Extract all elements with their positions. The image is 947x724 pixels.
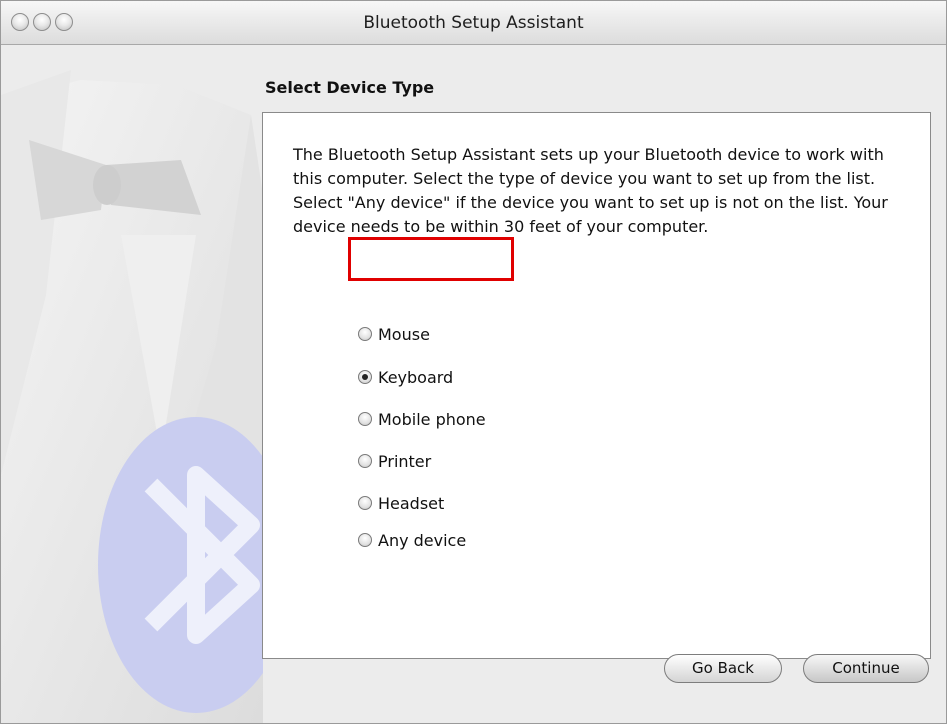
page-title: Select Device Type [265,78,435,97]
radio-button[interactable] [358,454,372,468]
option-label: Keyboard [378,367,454,387]
device-option-mobile-phone[interactable]: Mobile phone [358,406,486,432]
device-option-keyboard[interactable]: Keyboard [358,364,453,390]
go-back-button[interactable]: Go Back [664,654,782,683]
title-bar: Bluetooth Setup Assistant [1,1,946,45]
option-label: Mobile phone [378,409,486,429]
option-label: Mouse [378,324,430,344]
description-text: The Bluetooth Setup Assistant sets up yo… [293,145,888,236]
device-option-mouse[interactable]: Mouse [358,321,430,347]
radio-button-selected[interactable] [358,370,372,384]
radio-button[interactable] [358,533,372,547]
bluetooth-assistant-artwork [1,70,263,723]
setup-assistant-window: Bluetooth Setup Assistant Select Device … [0,0,947,724]
radio-button[interactable] [358,496,372,510]
radio-button[interactable] [358,412,372,426]
continue-button[interactable]: Continue [803,654,929,683]
option-label: Printer [378,451,432,471]
device-option-printer[interactable]: Printer [358,448,431,474]
device-option-headset[interactable]: Headset [358,490,444,516]
option-label: Headset [378,493,445,513]
device-option-any-device[interactable]: Any device [358,527,466,553]
radio-button[interactable] [358,327,372,341]
content-panel: The Bluetooth Setup Assistant sets up yo… [262,112,931,659]
highlight-annotation-box [348,237,514,281]
window-title: Bluetooth Setup Assistant [363,13,584,33]
option-label: Any device [378,530,467,550]
